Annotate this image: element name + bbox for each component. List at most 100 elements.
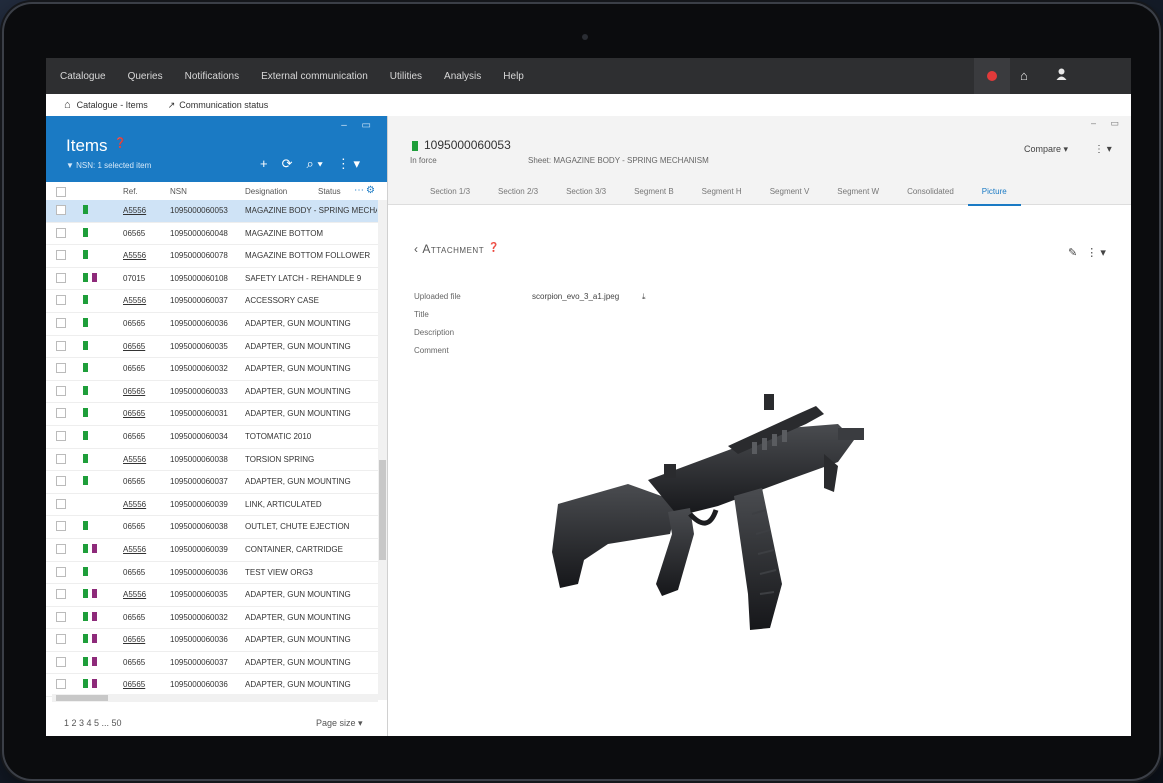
more-options-icon[interactable]: ⋮ ▾	[337, 156, 360, 172]
row-checkbox[interactable]	[56, 634, 66, 645]
cell-ref[interactable]: 06565	[123, 387, 161, 396]
cell-ref[interactable]: A5556	[123, 590, 161, 599]
table-row[interactable]: 06565 1095000060037 ADAPTER, GUN MOUNTING	[46, 652, 378, 675]
table-row[interactable]: A5556 1095000060035 ADAPTER, GUN MOUNTING	[46, 584, 378, 607]
row-checkbox[interactable]	[56, 476, 66, 487]
page-size-select[interactable]: Page size ▾	[316, 718, 363, 729]
nav-item[interactable]: Notifications	[185, 71, 239, 82]
table-row[interactable]: A5556 1095000060039 LINK, ARTICULATED	[46, 494, 378, 517]
table-row[interactable]: A5556 1095000060053 MAGAZINE BODY - SPRING…	[46, 200, 378, 223]
download-icon[interactable]: ⤓	[642, 288, 646, 306]
breadcrumb-item[interactable]: Communication status	[179, 100, 268, 110]
scrollbar-thumb[interactable]	[379, 460, 386, 560]
table-row[interactable]: 06565 1095000060032 ADAPTER, GUN MOUNTING	[46, 358, 378, 381]
cell-ref[interactable]: A5556	[123, 206, 161, 215]
column-header-nsn[interactable]: NSN	[170, 187, 187, 196]
vertical-scrollbar[interactable]	[378, 200, 387, 700]
tab[interactable]: Segment H	[688, 184, 756, 204]
home-icon[interactable]: ⌂	[1020, 68, 1028, 83]
nav-item[interactable]: Analysis	[444, 71, 481, 82]
tab[interactable]: Section 2/3	[484, 184, 552, 204]
user-icon[interactable]	[1056, 68, 1067, 83]
help-icon[interactable]: ❓	[114, 138, 126, 149]
table-row[interactable]: A5556 1095000060037 ACCESSORY CASE	[46, 290, 378, 313]
row-checkbox[interactable]	[56, 679, 66, 690]
row-checkbox[interactable]	[56, 656, 66, 667]
tab[interactable]: Picture	[967, 184, 1021, 206]
nav-item[interactable]: External communication	[261, 71, 368, 82]
cell-ref[interactable]: A5556	[123, 545, 161, 554]
row-checkbox[interactable]	[56, 566, 66, 577]
cell-ref[interactable]: A5556	[123, 455, 161, 464]
tab[interactable]: Section 1/3	[416, 184, 484, 204]
select-all-checkbox[interactable]	[56, 187, 66, 197]
row-checkbox[interactable]	[56, 250, 66, 261]
table-row[interactable]: 06565 1095000060034 TOTOMATIC 2010	[46, 426, 378, 449]
table-row[interactable]: 07015 1095000060108 SAFETY LATCH - REHANDL…	[46, 268, 378, 291]
tab[interactable]: Segment B	[620, 184, 688, 204]
nav-item[interactable]: Queries	[128, 71, 163, 82]
search-icon[interactable]: ⌕ ▾	[307, 156, 323, 172]
breadcrumb-item[interactable]: Catalogue - Items	[77, 100, 148, 110]
row-checkbox[interactable]	[56, 611, 66, 622]
row-checkbox[interactable]	[56, 317, 66, 328]
cell-ref[interactable]: 06565	[123, 680, 161, 689]
edit-icon[interactable]: ✎	[1068, 247, 1077, 259]
cell-ref[interactable]: 06565	[123, 342, 161, 351]
column-header-designation[interactable]: Designation	[245, 187, 287, 196]
cell-ref[interactable]: A5556	[123, 500, 161, 509]
panel-window-controls[interactable]: – ▭	[1091, 118, 1125, 129]
filter-summary[interactable]: ▼ NSN: 1 selected item	[66, 161, 151, 170]
row-checkbox[interactable]	[56, 408, 66, 419]
row-checkbox[interactable]	[56, 227, 66, 238]
more-options-icon[interactable]: ⋮ ▾	[1086, 247, 1106, 259]
cell-ref[interactable]: 06565	[123, 635, 161, 644]
table-row[interactable]: 06565 1095000060036 ADAPTER, GUN MOUNTING	[46, 313, 378, 336]
row-checkbox[interactable]	[56, 453, 66, 464]
row-checkbox[interactable]	[56, 521, 66, 532]
tab[interactable]: Section 3/3	[552, 184, 620, 204]
row-checkbox[interactable]	[56, 385, 66, 396]
nav-item[interactable]: Utilities	[390, 71, 422, 82]
field-value[interactable]: scorpion_evo_3_a1.jpeg	[532, 288, 619, 306]
tab[interactable]: Segment W	[823, 184, 893, 204]
table-row[interactable]: 06565 1095000060037 ADAPTER, GUN MOUNTING	[46, 471, 378, 494]
help-icon[interactable]: ❓	[488, 242, 500, 252]
column-header-status[interactable]: Status	[318, 187, 341, 196]
table-row[interactable]: 06565 1095000060048 MAGAZINE BOTTOM	[46, 223, 378, 246]
column-menu-icon[interactable]: ⋯	[354, 185, 364, 196]
column-header-ref[interactable]: Ref.	[123, 187, 138, 196]
scrollbar-thumb[interactable]	[56, 695, 108, 701]
back-icon[interactable]: ‹	[414, 242, 419, 256]
table-row[interactable]: A5556 1095000060039 CONTAINER, CARTRIDGE	[46, 539, 378, 562]
table-row[interactable]: 06565 1095000060033 ADAPTER, GUN MOUNTING	[46, 381, 378, 404]
row-checkbox[interactable]	[56, 543, 66, 554]
settings-icon[interactable]: ⚙	[366, 185, 375, 196]
more-options-button[interactable]: ⋮ ▾	[1094, 144, 1112, 155]
home-icon[interactable]: ⌂	[64, 99, 71, 111]
pagination-links[interactable]: 1 2 3 4 5 ... 50	[64, 718, 122, 728]
table-row[interactable]: 06565 1095000060036 TEST VIEW ORG3	[46, 562, 378, 585]
panel-window-controls[interactable]: – ▭	[341, 120, 377, 131]
row-checkbox[interactable]	[56, 272, 66, 283]
table-row[interactable]: A5556 1095000060038 TORSION SPRING	[46, 449, 378, 472]
cell-ref[interactable]: A5556	[123, 251, 161, 260]
compare-button[interactable]: Compare ▾	[1024, 144, 1068, 155]
notifications-button[interactable]	[974, 58, 1010, 94]
row-checkbox[interactable]	[56, 498, 66, 509]
row-checkbox[interactable]	[56, 295, 66, 306]
row-checkbox[interactable]	[56, 363, 66, 374]
refresh-icon[interactable]: ⟳	[282, 156, 293, 172]
table-row[interactable]: 06565 1095000060031 ADAPTER, GUN MOUNTING	[46, 403, 378, 426]
row-checkbox[interactable]	[56, 340, 66, 351]
tab[interactable]: Consolidated	[893, 184, 968, 204]
table-row[interactable]: 06565 1095000060036 ADAPTER, GUN MOUNTING	[46, 629, 378, 652]
nav-item[interactable]: Help	[503, 71, 524, 82]
row-checkbox[interactable]	[56, 205, 66, 215]
tab[interactable]: Segment V	[756, 184, 824, 204]
table-row[interactable]: 06565 1095000060035 ADAPTER, GUN MOUNTING	[46, 336, 378, 359]
nav-item[interactable]: Catalogue	[60, 71, 106, 82]
cell-ref[interactable]: A5556	[123, 296, 161, 305]
table-row[interactable]: A5556 1095000060078 MAGAZINE BOTTOM FOLLOW…	[46, 245, 378, 268]
row-checkbox[interactable]	[56, 430, 66, 441]
